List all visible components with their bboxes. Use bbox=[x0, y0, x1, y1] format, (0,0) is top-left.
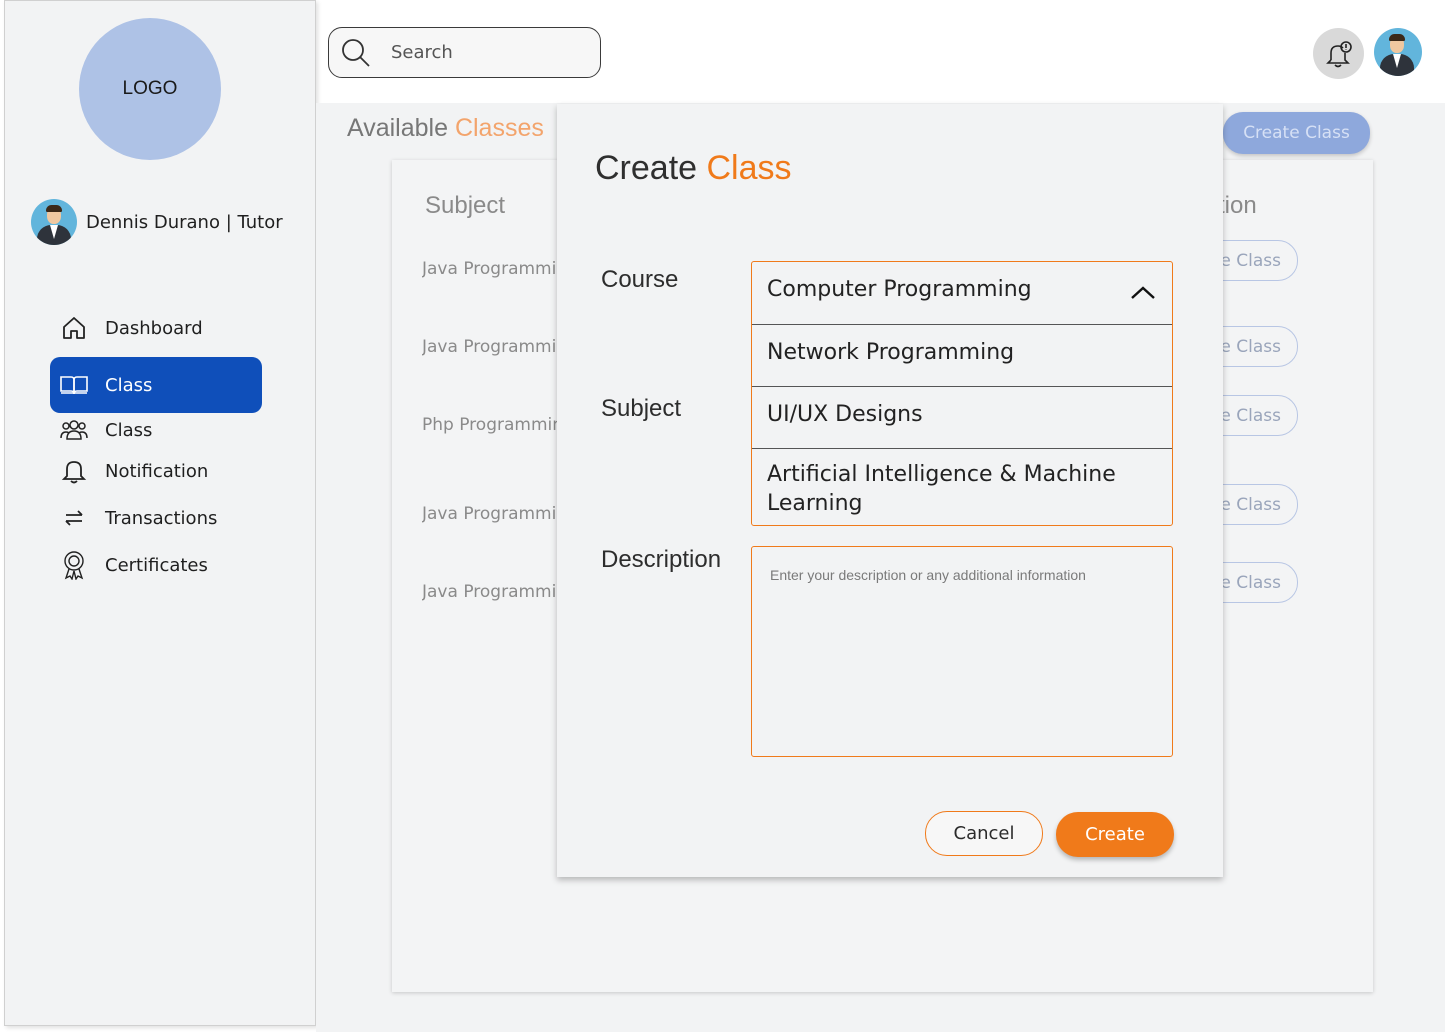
users-icon bbox=[59, 415, 89, 445]
description-textarea[interactable]: Enter your description or any additional… bbox=[751, 546, 1173, 757]
table-cell-subject: Php Programming bbox=[422, 415, 557, 435]
notification-button[interactable] bbox=[1313, 28, 1364, 79]
course-selected-value[interactable]: Computer Programming bbox=[752, 277, 1172, 302]
table-cell-subject: Java Programming bbox=[422, 582, 557, 602]
sidebar-item-notification[interactable]: Notification bbox=[50, 449, 262, 493]
description-placeholder: Enter your description or any additional… bbox=[770, 567, 1086, 583]
course-option[interactable]: Network Programming bbox=[752, 324, 1172, 386]
search-placeholder: Search bbox=[391, 42, 453, 63]
sidebar-item-label: Transactions bbox=[105, 507, 218, 529]
sidebar-item-label: Class bbox=[105, 419, 153, 441]
sidebar-item-label: Notification bbox=[105, 460, 209, 482]
chevron-up-icon[interactable] bbox=[1128, 282, 1158, 304]
course-option[interactable]: UI/UX Designs bbox=[752, 386, 1172, 448]
certificate-icon bbox=[59, 550, 89, 580]
cancel-button[interactable]: Cancel bbox=[925, 811, 1043, 856]
sidebar-item-certificates[interactable]: Certificates bbox=[50, 543, 262, 587]
avatar bbox=[31, 199, 77, 245]
sidebar-item-label: Certificates bbox=[105, 554, 208, 576]
modal-title: Create Class bbox=[595, 149, 792, 187]
bell-icon bbox=[59, 456, 89, 486]
home-icon bbox=[59, 313, 89, 343]
course-option[interactable]: Artificial Intelligence & Machine Learni… bbox=[752, 448, 1172, 526]
sidebar-item-label: Class bbox=[105, 374, 153, 396]
column-header-action: tion bbox=[1218, 192, 1257, 219]
table-cell-subject: Java Programming bbox=[422, 504, 557, 524]
user-profile: Dennis Durano | Tutor bbox=[31, 199, 283, 245]
user-name: Dennis Durano | Tutor bbox=[86, 211, 283, 233]
description-label: Description bbox=[601, 546, 722, 573]
book-icon bbox=[59, 370, 89, 400]
search-icon bbox=[341, 38, 371, 68]
create-class-button[interactable]: Create Class bbox=[1223, 112, 1370, 154]
create-button[interactable]: Create bbox=[1056, 812, 1174, 857]
swap-arrows-icon bbox=[59, 503, 89, 533]
subject-label: Subject bbox=[601, 395, 682, 422]
bell-alert-icon bbox=[1325, 40, 1352, 67]
sidebar-item-dashboard[interactable]: Dashboard bbox=[50, 306, 262, 350]
table-cell-subject: Java Programming bbox=[422, 259, 557, 279]
course-dropdown[interactable]: Computer Programming Network Programming… bbox=[751, 261, 1173, 526]
course-label: Course bbox=[601, 266, 679, 293]
logo: LOGO bbox=[79, 18, 221, 160]
sidebar-item-transactions[interactable]: Transactions bbox=[50, 496, 262, 540]
sidebar-item-label: Dashboard bbox=[105, 317, 203, 339]
search-input[interactable]: Search bbox=[328, 27, 601, 78]
sidebar-item-class-active[interactable]: Class bbox=[50, 357, 262, 413]
column-header-subject: Subject bbox=[425, 192, 506, 219]
table-cell-subject: Java Programming bbox=[422, 337, 557, 357]
sidebar-item-class[interactable]: Class bbox=[50, 408, 262, 452]
create-class-modal: Create Class Course Subject Description … bbox=[557, 104, 1223, 877]
avatar[interactable] bbox=[1374, 28, 1422, 76]
page-title: Available Classes bbox=[347, 114, 544, 142]
